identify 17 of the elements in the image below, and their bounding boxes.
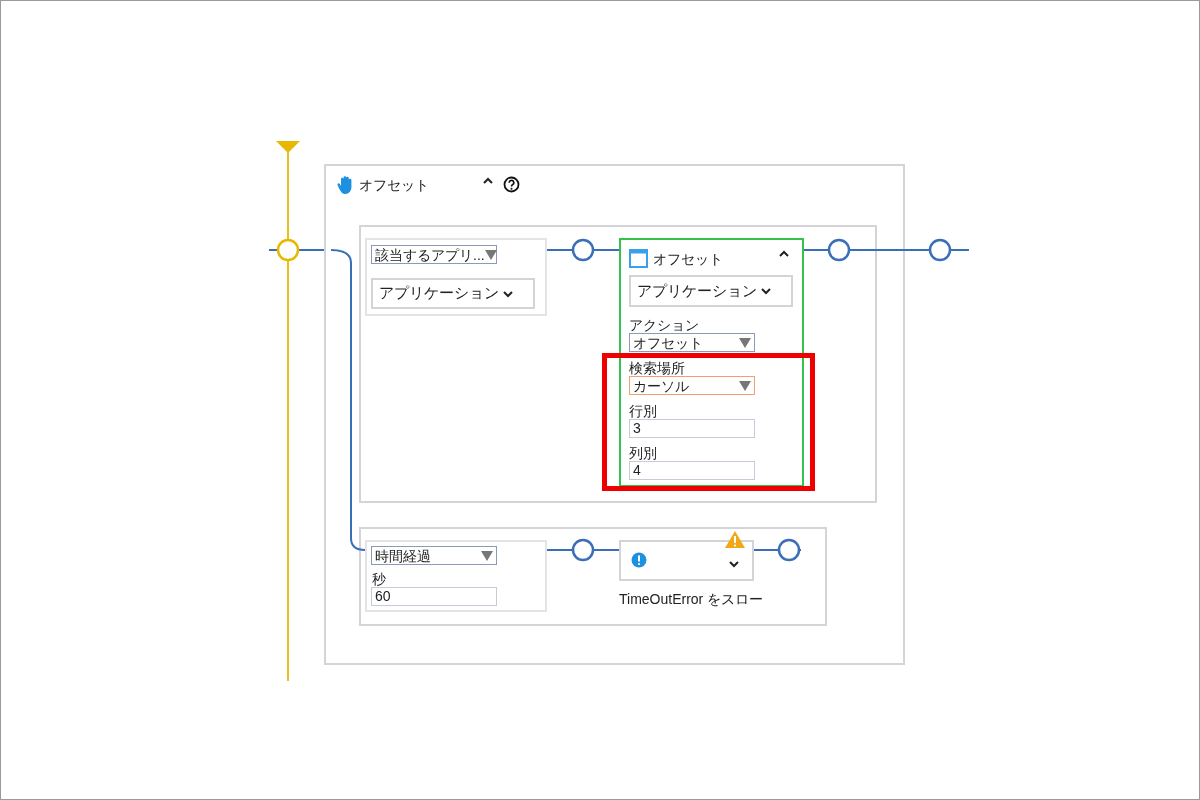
dropdown[interactable]: 時間経過 (371, 546, 497, 565)
field-label: アクション (629, 318, 699, 332)
field-label: 行別 (629, 404, 657, 418)
dropdown[interactable]: カーソル (629, 376, 755, 395)
scope-title: オフセット (359, 176, 429, 195)
input-field[interactable]: 4 (629, 461, 755, 480)
dropdown[interactable]: オフセット (629, 333, 755, 352)
input-field[interactable]: 60 (371, 587, 497, 606)
activity-caption: TimeOutError をスロー (619, 590, 764, 609)
field-label: 列別 (629, 446, 657, 460)
application-button[interactable]: アプリケーション (629, 275, 793, 307)
input-field[interactable]: 3 (629, 419, 755, 438)
application-button[interactable]: アプリケーション (371, 278, 535, 309)
activity-title: オフセット (653, 250, 723, 269)
field-label: 検索場所 (629, 361, 685, 375)
field-label: 秒 (372, 572, 386, 586)
dropdown[interactable]: 該当するアプリ... (371, 245, 497, 264)
